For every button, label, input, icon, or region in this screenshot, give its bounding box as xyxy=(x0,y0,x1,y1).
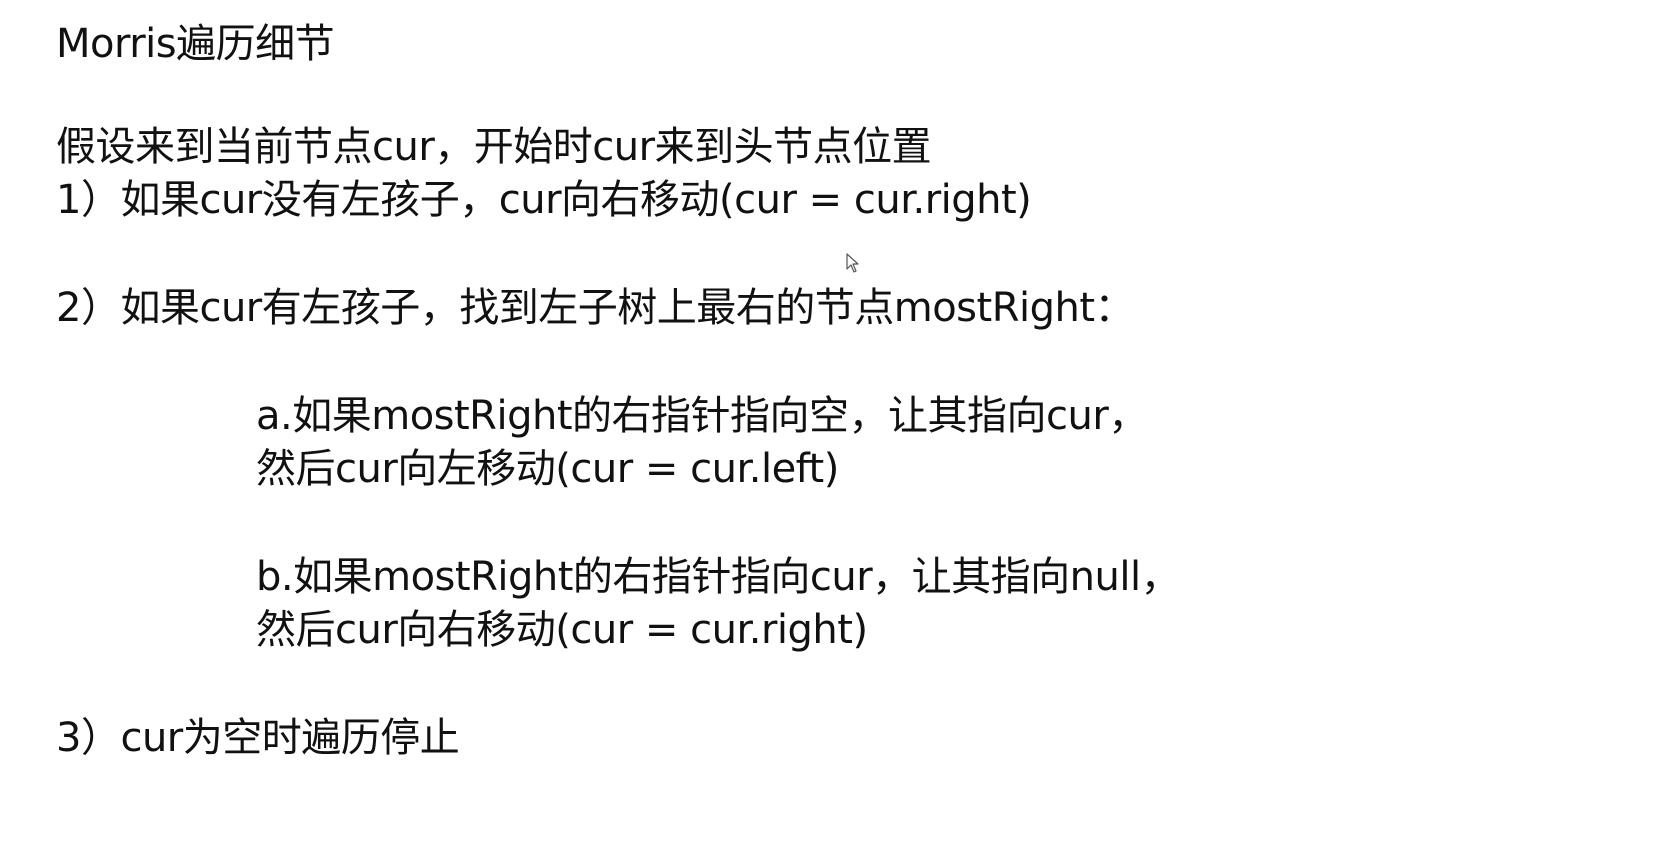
sub-step-b-line-1: b.如果mostRight的右指针指向cur，让其指向null， xyxy=(256,554,1181,600)
slide: Morris遍历细节 假设来到当前节点cur，开始时cur来到头节点位置 1）如… xyxy=(0,0,1660,856)
step-3-text: 3）cur为空时遍历停止 xyxy=(56,715,460,761)
step-2-text: 2）如果cur有左孩子，找到左子树上最右的节点mostRight： xyxy=(56,285,1135,331)
intro-text: 假设来到当前节点cur，开始时cur来到头节点位置 xyxy=(56,124,932,170)
step-1-text: 1）如果cur没有左孩子，cur向右移动(cur = cur.right) xyxy=(56,177,1032,223)
sub-step-b-line-2: 然后cur向右移动(cur = cur.right) xyxy=(256,607,868,653)
sub-step-a-line-1: a.如果mostRight的右指针指向空，让其指向cur， xyxy=(256,393,1148,439)
slide-title: Morris遍历细节 xyxy=(56,21,335,67)
mouse-pointer-icon xyxy=(846,253,859,273)
sub-step-a-line-2: 然后cur向左移动(cur = cur.left) xyxy=(256,446,839,492)
